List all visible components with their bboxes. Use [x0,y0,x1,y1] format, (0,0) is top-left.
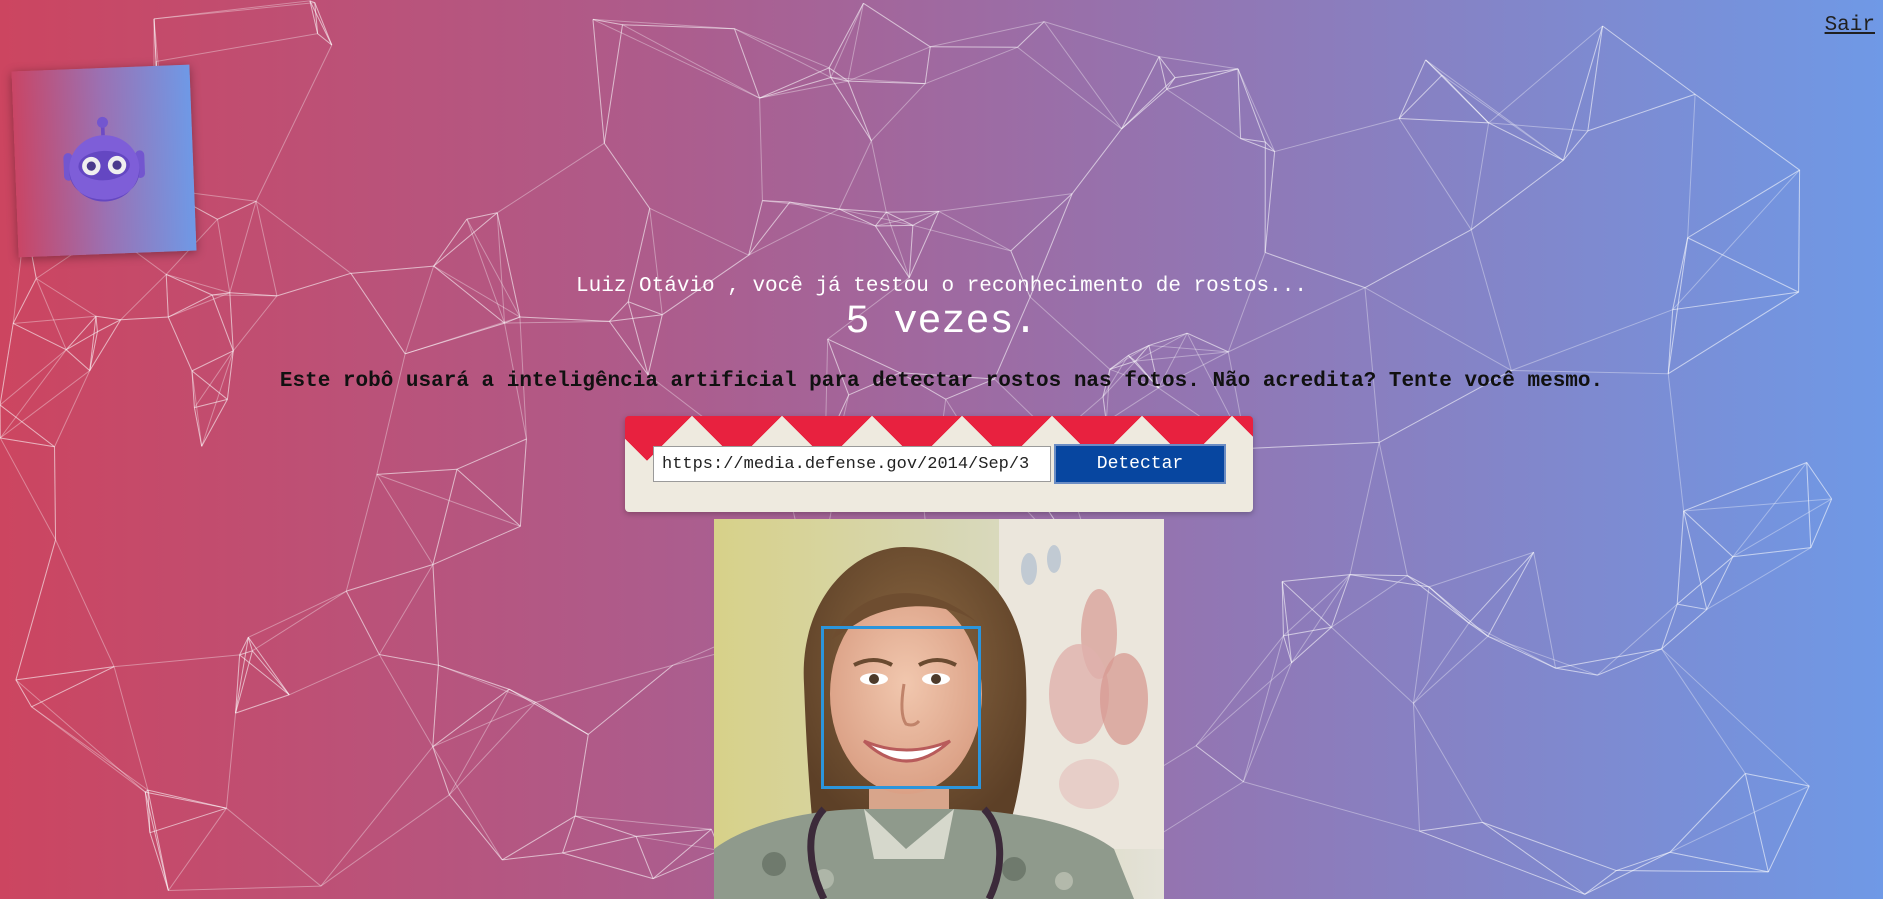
logout-link[interactable]: Sair [1825,14,1875,37]
robot-logo-card [11,64,197,258]
description-text: Este robô usará a inteligência artificia… [279,370,1604,393]
greeting-text: Luiz Otávio , você já testou o reconheci… [576,275,1307,298]
image-url-input[interactable] [653,446,1051,482]
result-photo [714,519,1164,899]
face-detection-box [821,626,981,789]
detect-form: Detectar [625,416,1253,512]
robot-icon [63,116,145,202]
detect-button[interactable]: Detectar [1054,444,1226,484]
test-count: 5 vezes. [845,300,1038,345]
